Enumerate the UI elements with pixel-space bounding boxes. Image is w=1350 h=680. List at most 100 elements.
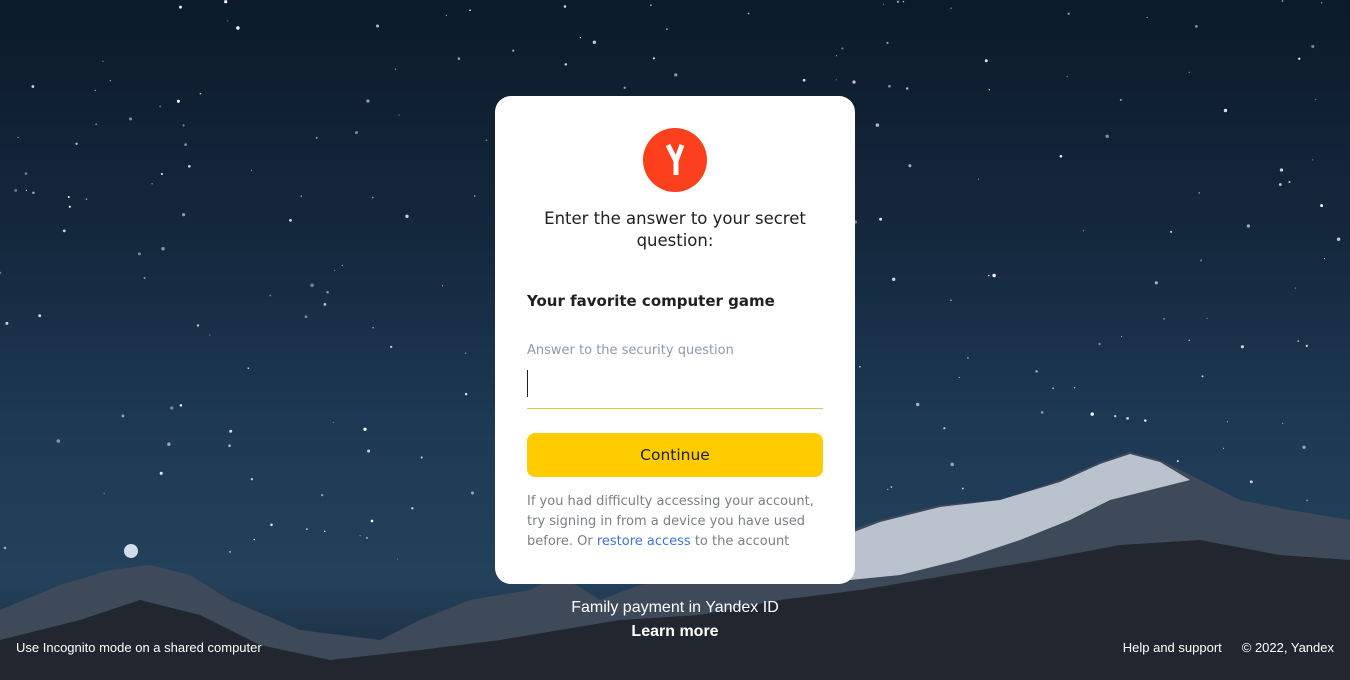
star — [747, 12, 750, 15]
star — [1306, 499, 1308, 502]
star — [652, 57, 656, 60]
star — [143, 276, 146, 280]
page-title: Enter the answer to your secret question… — [544, 209, 806, 250]
star — [270, 523, 273, 527]
star — [363, 427, 367, 431]
answer-input[interactable] — [527, 364, 823, 409]
star — [875, 123, 880, 127]
star — [916, 402, 920, 407]
star — [372, 327, 374, 329]
star — [3, 546, 7, 550]
star — [1336, 237, 1341, 241]
star — [160, 172, 163, 176]
star — [370, 519, 374, 523]
continue-button[interactable]: Continue — [527, 433, 823, 477]
star — [469, 9, 471, 12]
star — [592, 40, 597, 45]
star — [958, 376, 960, 378]
star — [17, 136, 19, 139]
star — [228, 550, 232, 553]
star — [1223, 108, 1228, 113]
star — [457, 57, 461, 61]
star — [182, 213, 186, 217]
restore-access-link[interactable]: restore access — [597, 534, 691, 549]
star — [902, 0, 905, 3]
incognito-tip: Use Incognito mode on a shared computer — [16, 640, 262, 655]
star — [341, 264, 343, 267]
star — [992, 273, 996, 278]
star — [1188, 71, 1190, 74]
star — [38, 314, 42, 318]
star — [1119, 98, 1122, 101]
star — [1144, 419, 1147, 422]
star — [389, 345, 393, 349]
star — [892, 277, 896, 281]
star — [367, 449, 371, 453]
star — [103, 492, 105, 495]
secret-question: Your favorite computer game — [527, 292, 775, 310]
star — [247, 367, 250, 370]
star — [14, 189, 18, 192]
star — [405, 214, 409, 218]
star — [1298, 57, 1301, 60]
star — [94, 89, 96, 92]
star — [184, 143, 188, 147]
star — [1176, 460, 1179, 463]
star — [1066, 75, 1068, 78]
star — [187, 164, 191, 168]
star — [666, 28, 668, 30]
star — [75, 142, 78, 145]
star — [650, 4, 652, 6]
promo-title: Family payment in Yandex ID — [571, 599, 779, 616]
access-hint: If you had difficulty accessing your acc… — [527, 492, 827, 552]
star — [1035, 370, 1038, 373]
star — [67, 196, 70, 198]
star — [411, 507, 414, 510]
star — [984, 59, 988, 63]
star — [321, 493, 324, 497]
star — [886, 488, 889, 491]
star — [0, 271, 2, 274]
star — [305, 528, 308, 531]
star — [151, 183, 153, 185]
star — [835, 55, 838, 57]
star — [359, 535, 361, 537]
star — [209, 334, 211, 336]
star — [1279, 168, 1284, 172]
star — [879, 217, 883, 221]
star — [62, 229, 66, 233]
star — [950, 299, 952, 301]
star — [128, 117, 133, 121]
star — [988, 89, 990, 91]
star — [950, 462, 954, 467]
star — [398, 114, 400, 116]
star — [85, 198, 88, 200]
star — [224, 0, 228, 4]
star — [161, 247, 165, 251]
star — [471, 491, 474, 495]
hint-suffix: to the account — [690, 534, 790, 549]
learn-more-link[interactable]: Learn more — [631, 622, 718, 642]
star — [170, 406, 174, 410]
star — [1073, 387, 1076, 389]
star — [1200, 259, 1202, 262]
star — [579, 36, 582, 39]
star — [300, 195, 303, 197]
star — [227, 20, 229, 22]
star — [95, 123, 97, 125]
star — [888, 84, 891, 88]
star — [1059, 154, 1063, 158]
star — [674, 73, 678, 77]
star — [852, 80, 856, 84]
star — [886, 41, 889, 45]
star — [1305, 344, 1308, 348]
star — [1126, 417, 1129, 420]
star — [1240, 345, 1244, 349]
star — [355, 131, 358, 135]
star — [474, 195, 476, 197]
help-and-support-link[interactable]: Help and support — [1123, 640, 1222, 655]
star — [1105, 134, 1109, 139]
copyright: © 2022, Yandex — [1241, 640, 1334, 655]
star — [1311, 44, 1315, 49]
star — [310, 283, 314, 288]
